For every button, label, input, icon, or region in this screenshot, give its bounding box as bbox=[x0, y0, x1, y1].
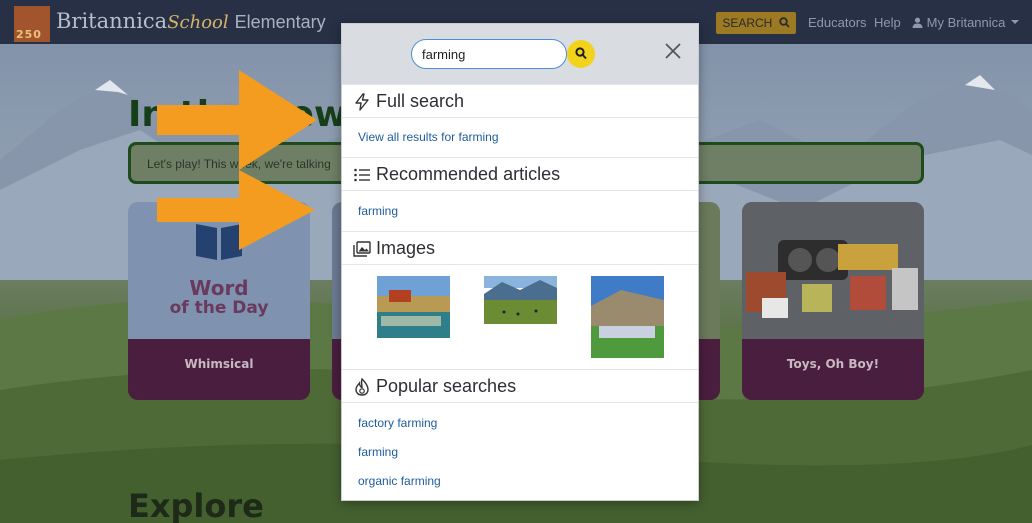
card-caption: Whimsical bbox=[128, 339, 310, 400]
brand-britannica: Britannica bbox=[56, 9, 168, 33]
arrow-annotation-bottom bbox=[157, 170, 315, 250]
search-button-label: SEARCH bbox=[722, 16, 773, 30]
wotd-art-line1: Word bbox=[189, 276, 249, 300]
caret-down-icon bbox=[1011, 20, 1019, 24]
search-input[interactable] bbox=[411, 39, 567, 69]
nav-help[interactable]: Help bbox=[874, 15, 901, 30]
user-icon bbox=[912, 17, 923, 28]
toys-card[interactable]: Toys, Oh Boy! bbox=[742, 202, 924, 400]
fire-icon bbox=[355, 378, 369, 396]
card-caption: Toys, Oh Boy! bbox=[742, 339, 924, 400]
close-icon[interactable] bbox=[662, 40, 684, 62]
brand-school: School bbox=[167, 12, 229, 33]
view-all-results-link[interactable]: View all results for farming bbox=[358, 130, 499, 144]
toys-art bbox=[742, 202, 924, 339]
nav-educators[interactable]: Educators bbox=[808, 15, 867, 30]
search-modal-header bbox=[342, 24, 698, 84]
recommended-heading: Recommended articles bbox=[376, 164, 561, 184]
images-icon bbox=[353, 241, 371, 257]
images-heading: Images bbox=[376, 238, 436, 258]
explore-heading: Explore bbox=[128, 487, 264, 523]
search-modal: Full search View all results for farming… bbox=[341, 23, 699, 501]
popular-section-header: Popular searches bbox=[342, 369, 698, 403]
harvest-field-image[interactable] bbox=[377, 276, 450, 338]
magnifier-icon bbox=[778, 17, 790, 28]
brand-level: Elementary bbox=[234, 12, 326, 32]
popular-heading: Popular searches bbox=[376, 376, 517, 396]
lightning-icon bbox=[355, 93, 369, 111]
partial-card-right[interactable] bbox=[698, 202, 720, 400]
wotd-art-text: Word of the Day bbox=[128, 278, 310, 318]
popular-search-link[interactable]: organic farming bbox=[358, 474, 441, 488]
list-icon bbox=[354, 168, 370, 182]
wotd-art-line2: of the Day bbox=[169, 298, 269, 318]
nav-my-britannica[interactable]: My Britannica bbox=[912, 15, 1019, 30]
popular-search-link[interactable]: factory farming bbox=[358, 416, 437, 430]
partial-card-right-art bbox=[698, 202, 720, 339]
nav-my-britannica-label: My Britannica bbox=[926, 15, 1006, 30]
full-search-heading: Full search bbox=[376, 91, 465, 111]
valley-pasture-image[interactable] bbox=[484, 276, 557, 324]
arrow-annotation-top bbox=[157, 70, 317, 170]
recommended-article-link[interactable]: farming bbox=[358, 204, 398, 218]
search-submit-button[interactable] bbox=[567, 40, 595, 68]
magnifier-icon bbox=[575, 47, 587, 60]
recommended-section-header: Recommended articles bbox=[342, 157, 698, 191]
brand-name[interactable]: BritannicaSchool Elementary bbox=[56, 9, 326, 33]
hillside-crowd-image[interactable] bbox=[591, 276, 664, 358]
full-search-section-header: Full search bbox=[342, 84, 698, 118]
toys-illustration bbox=[742, 202, 924, 339]
images-section-header: Images bbox=[342, 231, 698, 265]
logo-year: 250 bbox=[16, 28, 42, 41]
header-search-button[interactable]: SEARCH bbox=[716, 12, 796, 34]
partial-card-right-caption bbox=[698, 339, 720, 400]
britannica-250-logo[interactable]: 250 bbox=[14, 6, 50, 42]
popular-search-link[interactable]: farming bbox=[358, 445, 398, 459]
